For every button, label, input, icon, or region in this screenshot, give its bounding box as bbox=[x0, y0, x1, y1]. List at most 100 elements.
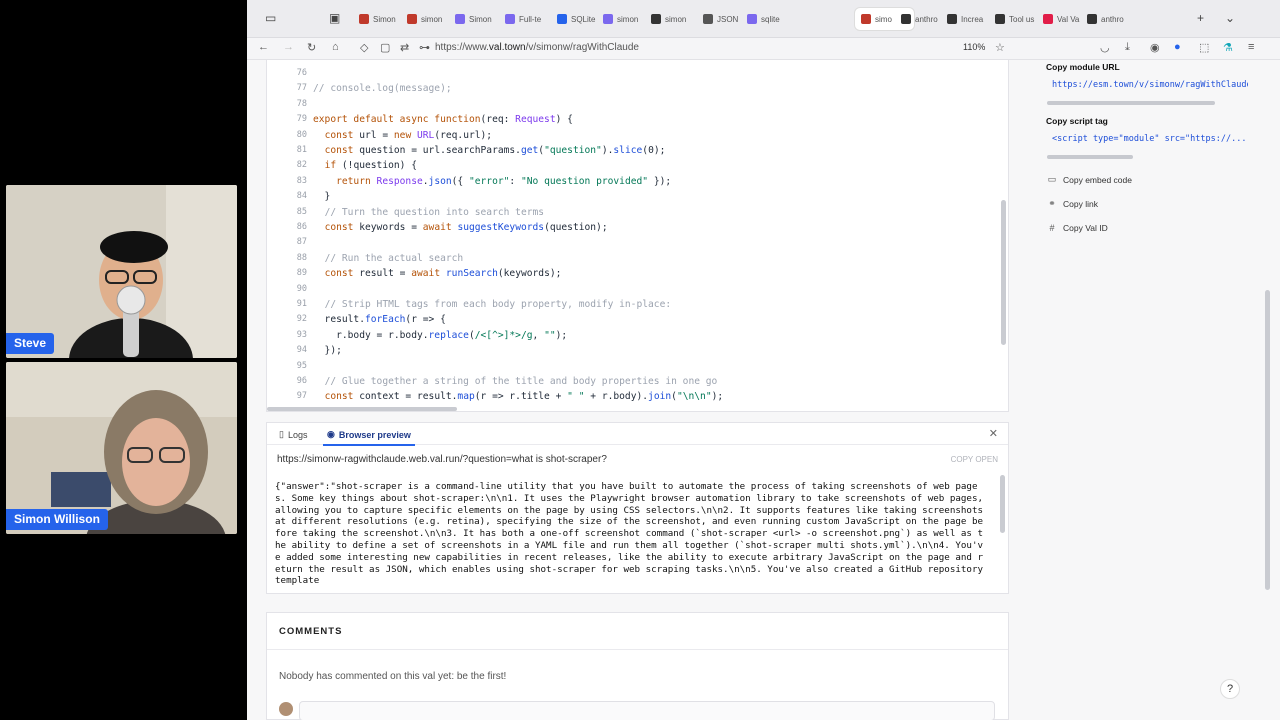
preview-scrollbar[interactable] bbox=[1000, 475, 1005, 533]
new-tab-icon[interactable]: + bbox=[1197, 11, 1204, 25]
code-line[interactable]: 82 if (!question) { bbox=[267, 158, 1008, 173]
browser-tab[interactable]: SQLite bbox=[557, 8, 595, 30]
browser-tab-label: JSON bbox=[717, 14, 739, 24]
menu-icon[interactable]: ≡ bbox=[1248, 41, 1254, 53]
copy-open-buttons[interactable]: COPY OPEN bbox=[951, 455, 998, 464]
extensions-puzzle-icon[interactable]: ⬚ bbox=[1199, 41, 1209, 54]
code-line[interactable]: 87 bbox=[267, 235, 1008, 250]
code-line[interactable]: 77 // console.log(message); bbox=[267, 81, 1008, 96]
line-number: 80 bbox=[296, 129, 307, 140]
tab-favicon-icon bbox=[747, 14, 757, 24]
copy-link-button[interactable]: ⚭ Copy link bbox=[1047, 198, 1098, 209]
back-icon[interactable]: ← bbox=[258, 41, 269, 53]
code-line[interactable]: 91 // Strip HTML tags from each body pro… bbox=[267, 297, 1008, 312]
comments-divider bbox=[267, 649, 1008, 650]
code-line[interactable]: 80 const url = new URL(req.url); bbox=[267, 128, 1008, 143]
code-line[interactable]: 94 }); bbox=[267, 343, 1008, 358]
comment-input[interactable] bbox=[299, 701, 995, 720]
code-editor[interactable]: 76 77 // console.log(message); 78 79 export d… bbox=[266, 60, 1009, 412]
browser-tab[interactable]: simon bbox=[651, 8, 686, 30]
code-line[interactable]: 88 // Run the actual search bbox=[267, 251, 1008, 266]
logs-icon: ▯ bbox=[279, 429, 284, 439]
shield-icon[interactable]: ◇ bbox=[360, 41, 368, 54]
address-bar[interactable]: https://www.val.town/v/simonw/ragWithCla… bbox=[435, 42, 639, 53]
comments-title: COMMENTS bbox=[279, 626, 343, 637]
account-icon[interactable]: ◉ bbox=[1150, 41, 1160, 54]
help-button[interactable]: ? bbox=[1220, 679, 1240, 699]
tab-favicon-icon bbox=[505, 14, 515, 24]
code-line[interactable]: 83 return Response.json({ "error": "No q… bbox=[267, 174, 1008, 189]
browser-tab[interactable]: Tool us bbox=[995, 8, 1034, 30]
browser-tab[interactable]: Simon bbox=[359, 8, 396, 30]
code-line[interactable]: 92 result.forEach(r => { bbox=[267, 312, 1008, 327]
code-line[interactable]: 84 } bbox=[267, 189, 1008, 204]
code-text: // Glue together a string of the title a… bbox=[324, 376, 718, 387]
line-number: 77 bbox=[296, 83, 307, 94]
browser-tab[interactable]: anthro bbox=[901, 8, 938, 30]
tab-logs[interactable]: ▯ Logs bbox=[279, 429, 307, 440]
browser-tab-label: simon bbox=[617, 14, 639, 24]
editor-vertical-scrollbar[interactable] bbox=[1001, 200, 1006, 345]
browser-tab[interactable]: JSON bbox=[703, 8, 738, 30]
browser-tab[interactable]: Simon bbox=[455, 8, 492, 30]
bookmark-star-icon[interactable]: ☆ bbox=[995, 41, 1005, 54]
site-info-icon[interactable]: ⊶ bbox=[419, 41, 430, 54]
browser-tab[interactable]: Full-te bbox=[505, 8, 541, 30]
browser-tab[interactable]: sqlite bbox=[747, 8, 780, 30]
tab-bar: ▭ ▣ Simon simon Simon Full-te SQLite simon sim… bbox=[247, 0, 1280, 38]
script-tag-field[interactable]: <script type="module" src="https://... bbox=[1042, 130, 1248, 148]
line-number: 96 bbox=[296, 376, 307, 386]
line-number: 85 bbox=[296, 206, 307, 217]
code-line[interactable]: 89 const result = await runSearch(keywor… bbox=[267, 266, 1008, 281]
line-number: 94 bbox=[296, 345, 307, 356]
pocket-icon[interactable]: ◡ bbox=[1100, 41, 1110, 54]
copy-val-id-button[interactable]: # Copy Val ID bbox=[1047, 223, 1107, 233]
browser-tab-label: simo bbox=[875, 14, 892, 24]
eye-icon: ◉ bbox=[327, 429, 335, 439]
zoom-level[interactable]: 110% bbox=[963, 42, 985, 52]
code-line[interactable]: 79 export default async function(req: Req… bbox=[267, 112, 1008, 127]
code-line[interactable]: 85 // Turn the question into search term… bbox=[267, 205, 1008, 220]
tab-browser-preview[interactable]: ◉ Browser preview bbox=[323, 429, 415, 446]
sidebar-toggle-icon[interactable]: ▭ bbox=[265, 11, 276, 25]
browser-tab-label: simon bbox=[421, 14, 443, 24]
tab-overview-icon[interactable]: ▣ bbox=[329, 11, 340, 25]
participant-name-steve: Steve bbox=[6, 333, 55, 354]
browser-tab[interactable]: simon bbox=[603, 8, 638, 30]
code-line[interactable]: 76 bbox=[267, 66, 1008, 81]
browser-tab-label: Simon bbox=[469, 14, 492, 24]
page-scrollbar[interactable] bbox=[1265, 290, 1270, 590]
browser-tab[interactable]: simon bbox=[407, 8, 442, 30]
forward-icon[interactable]: → bbox=[283, 41, 294, 53]
extension-flask-icon[interactable]: ⚗ bbox=[1223, 41, 1233, 54]
module-url-scrollbar[interactable] bbox=[1047, 101, 1215, 105]
code-line[interactable]: 78 bbox=[267, 97, 1008, 112]
lock-icon[interactable]: ▢ bbox=[380, 41, 390, 54]
extension-icon[interactable]: ● bbox=[1174, 41, 1181, 53]
editor-horizontal-scrollbar[interactable] bbox=[267, 407, 457, 411]
reload-icon[interactable]: ↻ bbox=[307, 41, 316, 54]
close-icon[interactable]: ✕ bbox=[989, 427, 998, 440]
tab-favicon-icon bbox=[651, 14, 661, 24]
code-line[interactable]: 93 r.body = r.body.replace(/<[^>]*>/g, "… bbox=[267, 328, 1008, 343]
downloads-icon[interactable]: ⤓ bbox=[1125, 41, 1130, 54]
preview-url[interactable]: https://simonw-ragwithclaude.web.val.run… bbox=[277, 454, 607, 465]
code-line[interactable]: 90 bbox=[267, 282, 1008, 297]
line-number: 81 bbox=[296, 145, 307, 155]
browser-tab[interactable]: Val Va bbox=[1043, 8, 1079, 30]
code-line[interactable]: 81 const question = url.searchParams.get… bbox=[267, 143, 1008, 158]
permissions-icon[interactable]: ⇄ bbox=[400, 41, 409, 54]
tab-favicon-icon bbox=[1087, 14, 1097, 24]
code-line[interactable]: 95 bbox=[267, 359, 1008, 374]
preview-panel: ▯ Logs ◉ Browser preview ✕ https://simon… bbox=[266, 422, 1009, 594]
module-url-field[interactable]: https://esm.town/v/simonw/ragWithClaude bbox=[1042, 76, 1248, 94]
code-line[interactable]: 96 // Glue together a string of the titl… bbox=[267, 374, 1008, 389]
browser-tab[interactable]: Increa bbox=[947, 8, 983, 30]
script-tag-scrollbar[interactable] bbox=[1047, 155, 1133, 159]
code-line[interactable]: 97 const context = result.map(r => r.tit… bbox=[267, 389, 1008, 404]
browser-tab[interactable]: anthro bbox=[1087, 8, 1124, 30]
copy-embed-code-button[interactable]: ▭ Copy embed code bbox=[1047, 174, 1132, 185]
code-line[interactable]: 86 const keywords = await suggestKeyword… bbox=[267, 220, 1008, 235]
home-icon[interactable]: ⌂ bbox=[332, 41, 339, 53]
tab-list-chevron-icon[interactable]: ⌄ bbox=[1225, 11, 1235, 25]
